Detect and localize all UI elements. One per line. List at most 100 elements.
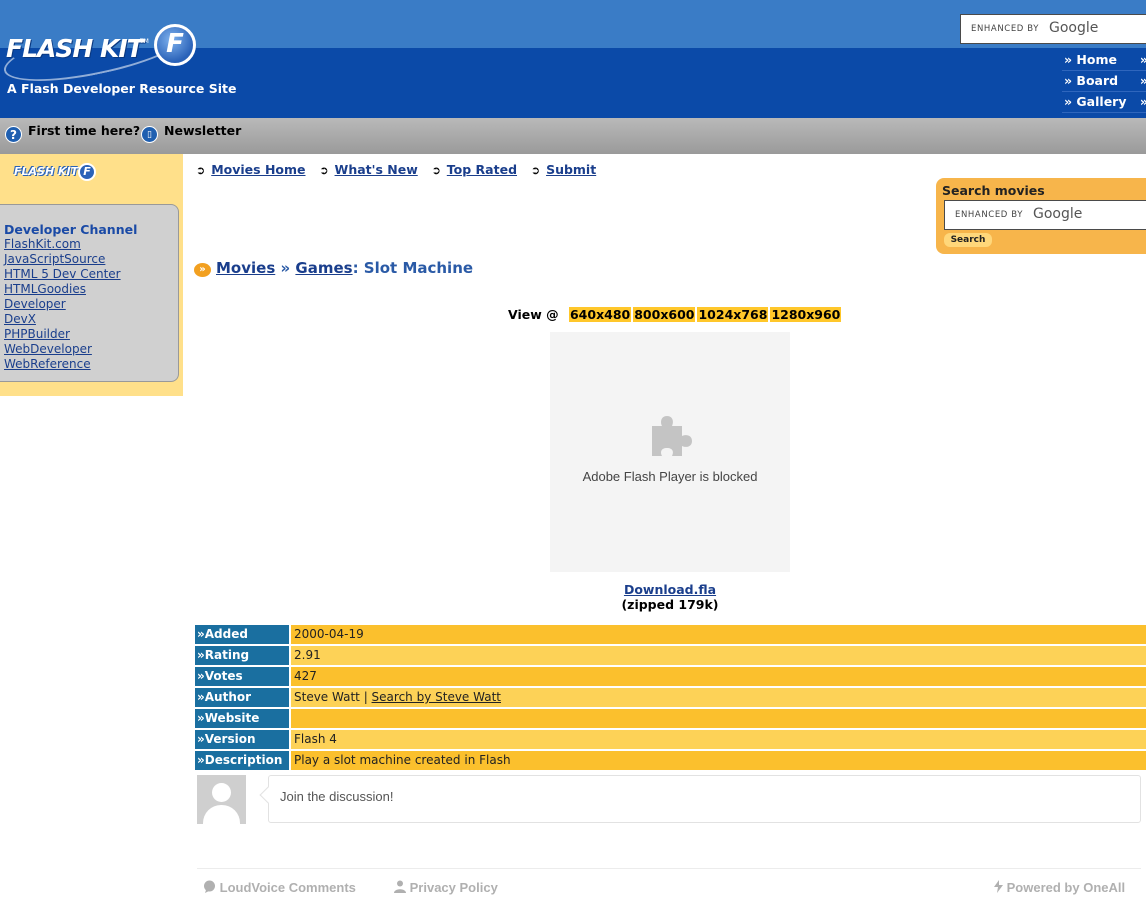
help-icon[interactable]: ?	[5, 126, 22, 143]
view-size-1280[interactable]: 1280x960	[770, 307, 842, 322]
arrow-bullet-icon: ➲	[319, 164, 329, 177]
sidebar-link-htmlgoodies[interactable]: HTMLGoodies	[4, 282, 178, 297]
flash-blocked-message: Adobe Flash Player is blocked	[582, 469, 758, 484]
table-row: »Added 2000-04-19	[195, 625, 1146, 644]
top-nav: » Home » » Board » » Gallery »	[1062, 50, 1146, 113]
privacy-policy-link[interactable]: Privacy Policy	[394, 880, 498, 895]
sidebar-link-webreference[interactable]: WebReference	[4, 357, 178, 372]
nav-gallery-label: » Gallery	[1064, 94, 1127, 109]
loudvoice-link[interactable]: LoudVoice Comments	[203, 880, 356, 895]
sidebar-link-developer[interactable]: Developer	[4, 297, 178, 312]
developer-channel-box: Developer Channel FlashKit.com JavaScrip…	[0, 204, 179, 382]
view-size-640[interactable]: 640x480	[568, 307, 632, 322]
left-sidebar: FLASH KIT F Developer Channel FlashKit.c…	[0, 154, 183, 396]
arrow-bullet-icon: ➲	[530, 164, 541, 177]
view-size-800[interactable]: 800x600	[633, 307, 696, 322]
info-key-rating: »Rating	[195, 646, 291, 665]
header-search-input[interactable]: ENHANCED BY Google	[960, 14, 1146, 44]
subnav-submit[interactable]: ➲ Submit	[531, 162, 596, 177]
first-time-link[interactable]: First time here?	[28, 123, 140, 138]
info-key-description: »Description	[195, 751, 291, 770]
subnav-movies-home[interactable]: ➲ Movies Home	[196, 162, 306, 177]
nav-home-label: » Home	[1064, 52, 1117, 67]
subnav-top-rated[interactable]: ➲ Top Rated	[432, 162, 517, 177]
sidebar-logo-text: FLASH KIT	[14, 165, 79, 178]
view-size-1024[interactable]: 1024x768	[697, 307, 769, 322]
nav-gallery[interactable]: » Gallery »	[1062, 92, 1146, 113]
developer-channel-title: Developer Channel	[4, 222, 138, 237]
flash-player-placeholder[interactable]: Adobe Flash Player is blocked	[550, 332, 790, 572]
info-value-author: Steve Watt | Search by Steve Watt	[291, 688, 1146, 707]
arrow-bullet-icon: ➲	[196, 164, 206, 177]
subnav-label[interactable]: Top Rated	[447, 162, 517, 177]
nav-arrow-icon: »	[1140, 71, 1146, 91]
google-brand: Google	[1049, 20, 1099, 36]
loudvoice-label: LoudVoice Comments	[219, 880, 356, 895]
table-row: »Description Play a slot machine created…	[195, 751, 1146, 770]
person-icon	[394, 880, 406, 893]
movie-info-table: »Added 2000-04-19 »Rating 2.91 »Votes 42…	[195, 623, 1146, 772]
info-key-version: »Version	[195, 730, 291, 749]
enhanced-by-label: ENHANCED BY	[971, 24, 1040, 34]
comment-bubble-icon	[204, 880, 215, 893]
lightning-icon	[994, 880, 1003, 893]
powered-by-oneall-link[interactable]: Powered by OneAll	[994, 880, 1125, 895]
search-movies-input[interactable]: ENHANCED BY Google	[944, 200, 1146, 230]
table-row: »Votes 427	[195, 667, 1146, 686]
sidebar-link-flashkit[interactable]: FlashKit.com	[4, 237, 178, 252]
info-key-votes: »Votes	[195, 667, 291, 686]
table-row: »Version Flash 4	[195, 730, 1146, 749]
newsletter-link[interactable]: Newsletter	[164, 123, 241, 138]
breadcrumb-arrow-icon: »	[194, 263, 211, 277]
avatar	[197, 775, 246, 824]
subnav-whats-new[interactable]: ➲ What's New	[319, 162, 417, 177]
download-size: (zipped 179k)	[621, 597, 719, 612]
info-value-rating: 2.91	[291, 646, 1146, 665]
author-name: Steve Watt	[294, 690, 360, 704]
subnav-label[interactable]: Movies Home	[211, 162, 305, 177]
table-row: »Author Steve Watt | Search by Steve Wat…	[195, 688, 1146, 707]
info-key-added: »Added	[195, 625, 291, 644]
sidebar-logo[interactable]: FLASH KIT F	[12, 162, 98, 184]
table-row: »Rating 2.91	[195, 646, 1146, 665]
site-header: FLASH KIT TM F A Flash Developer Resourc…	[0, 0, 1146, 118]
sidebar-link-html5[interactable]: HTML 5 Dev Center	[4, 267, 178, 282]
logo-text: FLASH KIT	[6, 34, 144, 63]
sidebar-link-devx[interactable]: DevX	[4, 312, 178, 327]
subnav-label[interactable]: What's New	[335, 162, 418, 177]
nav-board[interactable]: » Board »	[1062, 71, 1146, 92]
view-label: View @	[508, 307, 559, 322]
breadcrumb-movies[interactable]: Movies	[216, 259, 275, 277]
view-size-row: View @ 640x480 800x600 1024x768 1280x960	[508, 307, 842, 322]
avatar-body-shape	[203, 805, 240, 824]
download-block: Download.fla (zipped 179k)	[540, 582, 800, 612]
download-fla-link[interactable]: Download.fla	[540, 582, 800, 597]
nav-arrow-icon: »	[1140, 50, 1146, 70]
sidebar-link-webdeveloper[interactable]: WebDeveloper	[4, 342, 178, 357]
arrow-bullet-icon: ➲	[431, 164, 441, 177]
privacy-policy-label: Privacy Policy	[409, 880, 498, 895]
info-value-description: Play a slot machine created in Flash	[291, 751, 1146, 770]
flashkit-logo[interactable]: FLASH KIT TM F	[0, 8, 206, 94]
nav-board-label: » Board	[1064, 73, 1119, 88]
site-tagline: A Flash Developer Resource Site	[7, 81, 237, 96]
nav-home[interactable]: » Home »	[1062, 50, 1146, 71]
info-key-website: »Website	[195, 709, 291, 728]
search-movies-title: Search movies	[942, 183, 1045, 198]
comment-input[interactable]: Join the discussion!	[259, 775, 1141, 823]
sidebar-logo-badge: F	[78, 163, 96, 181]
author-separator: |	[359, 690, 372, 704]
search-movies-button[interactable]: Search	[944, 233, 992, 247]
footer-divider	[197, 868, 1141, 869]
subnav-label[interactable]: Submit	[546, 162, 596, 177]
info-value-website	[291, 709, 1146, 728]
sidebar-link-phpbuilder[interactable]: PHPBuilder	[4, 327, 178, 342]
breadcrumb-games[interactable]: Games	[295, 259, 352, 277]
breadcrumb-separator: »	[275, 259, 296, 277]
search-by-author-link[interactable]: Search by Steve Watt	[372, 690, 501, 704]
info-key-author: »Author	[195, 688, 291, 707]
newsletter-icon[interactable]: ▯	[141, 126, 158, 143]
movies-subnav: ➲ Movies Home ➲ What's New ➲ Top Rated ➲ Sub…	[196, 162, 606, 177]
enhanced-by-label: ENHANCED BY	[955, 210, 1024, 220]
sidebar-link-javascriptsource[interactable]: JavaScriptSource	[4, 252, 178, 267]
